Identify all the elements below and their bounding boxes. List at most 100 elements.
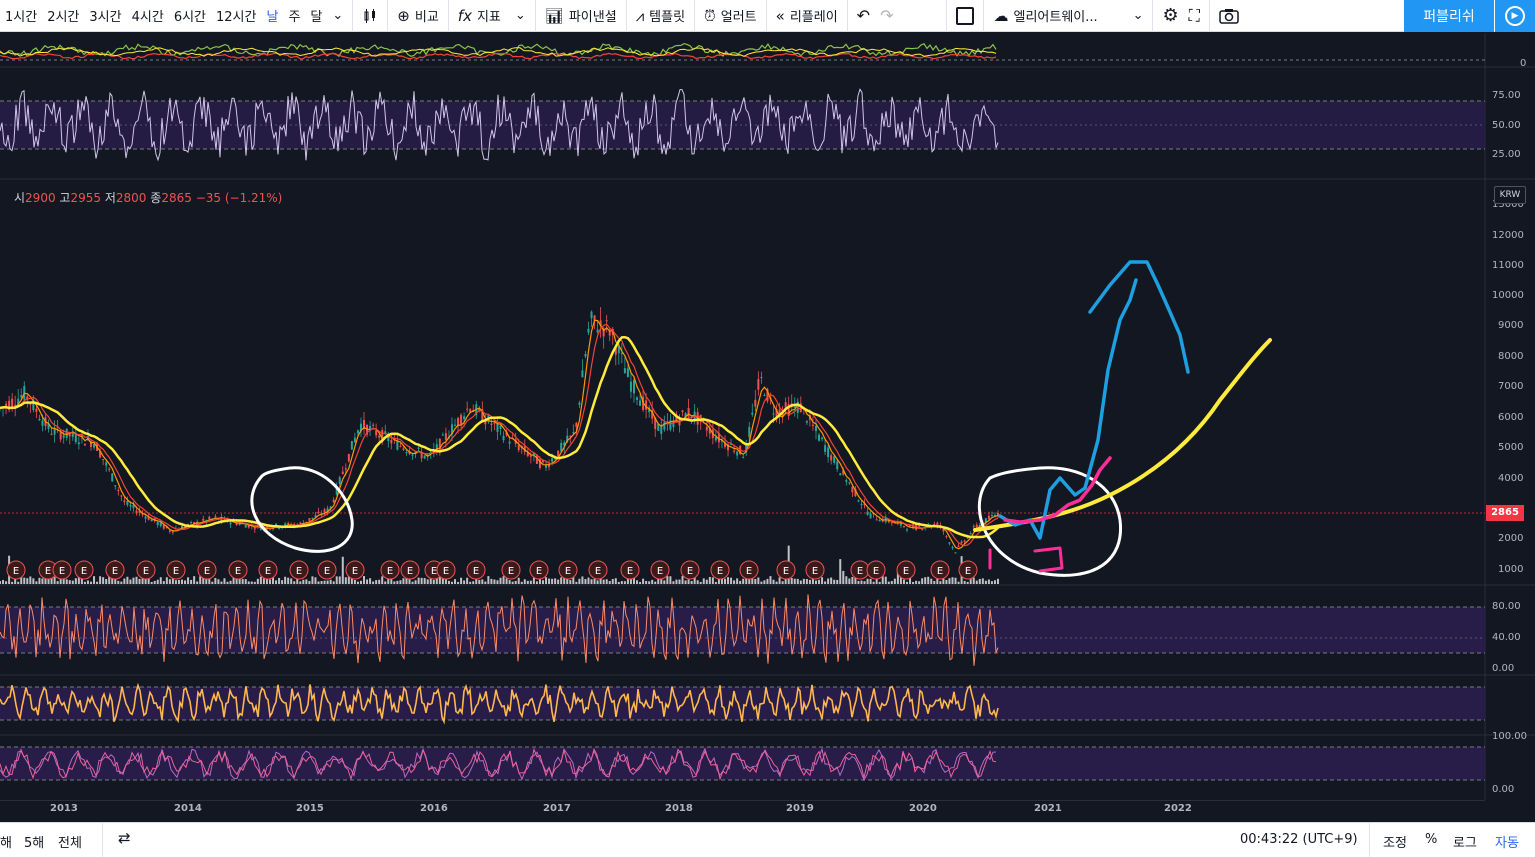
- volume-bar: [308, 581, 311, 584]
- candle-body: [50, 433, 53, 435]
- volume-bar: [921, 578, 924, 584]
- volume-bar: [396, 580, 399, 584]
- clock-timezone[interactable]: 00:43:22 (UTC+9): [1240, 832, 1358, 847]
- time-label: 2022: [1164, 803, 1192, 814]
- volume-bar: [590, 579, 593, 584]
- volume-bar: [268, 579, 271, 584]
- volume-bar: [551, 578, 554, 584]
- volume-bar: [423, 578, 426, 584]
- volume-bar: [59, 579, 62, 584]
- earnings-marker-label: E: [143, 566, 149, 577]
- volume-bar: [987, 579, 990, 584]
- volume-bar: [975, 580, 978, 584]
- candle-body: [438, 438, 441, 451]
- volume-bar: [2, 580, 5, 584]
- volume-bar: [714, 581, 717, 584]
- candle-body: [839, 473, 842, 476]
- volume-bar: [605, 579, 608, 584]
- candle-body: [529, 455, 532, 457]
- currency-badge[interactable]: KRW: [1494, 186, 1526, 204]
- volume-bar: [902, 579, 905, 584]
- volume-bar: [378, 579, 381, 584]
- volume-bar: [702, 578, 705, 584]
- candle-body: [681, 410, 684, 413]
- candle-body: [987, 515, 990, 520]
- volume-bar: [35, 581, 38, 584]
- candle-body: [584, 353, 587, 357]
- candle-body: [323, 509, 326, 513]
- volume-bar: [38, 577, 41, 584]
- candle-body: [517, 445, 520, 451]
- candle-body: [390, 439, 393, 444]
- earnings-marker-label: E: [112, 566, 118, 577]
- volume-bar: [120, 581, 123, 584]
- candle-body: [41, 420, 44, 426]
- adjust-button[interactable]: 조정: [1383, 832, 1407, 851]
- volume-bar: [220, 581, 223, 584]
- candle-body: [68, 434, 71, 437]
- volume-bar: [805, 579, 808, 584]
- range-all-button[interactable]: 전체: [58, 832, 82, 851]
- volume-bar: [68, 580, 71, 584]
- volume-bar: [417, 577, 420, 584]
- percent-button[interactable]: %: [1425, 832, 1437, 847]
- volume-bar: [187, 577, 190, 584]
- volume-bar: [83, 581, 86, 584]
- volume-bar: [857, 580, 860, 584]
- volume-bar: [353, 579, 356, 584]
- price-axis[interactable]: [1486, 33, 1535, 800]
- candle-body: [375, 430, 378, 436]
- goto-date-icon[interactable]: ⇄: [118, 829, 131, 847]
- volume-bar: [226, 581, 229, 584]
- volume-bar: [359, 580, 362, 584]
- candle-body: [441, 434, 444, 436]
- volume-bar: [966, 581, 969, 584]
- earnings-marker-label: E: [59, 566, 65, 577]
- volume-bar: [275, 580, 278, 584]
- volume-bar: [99, 576, 102, 584]
- volume-bar: [102, 577, 105, 584]
- range-year-button[interactable]: 해: [0, 832, 12, 851]
- open-value: 2900: [25, 191, 56, 205]
- candle-body: [587, 328, 590, 333]
- volume-bar: [772, 579, 775, 584]
- volume-bar: [463, 580, 466, 584]
- time-label: 2015: [296, 803, 324, 814]
- candle-body: [866, 511, 869, 515]
- volume-bar: [466, 577, 469, 584]
- volume-bar: [393, 581, 396, 584]
- earnings-marker-label: E: [387, 566, 393, 577]
- candle-body: [244, 524, 247, 528]
- volume-bar: [26, 578, 29, 584]
- chart-canvas[interactable]: EEEEEEEEEEEEEEEEEEEEEEEEEEEEEEEEEE: [0, 0, 1535, 800]
- volume-bar: [584, 579, 587, 584]
- earnings-marker-label: E: [352, 566, 358, 577]
- candle-body: [751, 412, 754, 415]
- candle-body: [957, 545, 960, 547]
- volume-bar: [196, 581, 199, 584]
- volume-bar: [733, 580, 736, 584]
- auto-button[interactable]: 자동: [1495, 832, 1519, 851]
- candle-body: [105, 462, 108, 466]
- candle-body: [126, 501, 129, 505]
- candle-body: [918, 525, 921, 527]
- candle-body: [278, 528, 281, 530]
- volume-bar: [642, 578, 645, 584]
- volume-bar: [963, 580, 966, 584]
- volume-bar: [262, 578, 265, 584]
- candle-body: [945, 536, 948, 538]
- log-button[interactable]: 로그: [1453, 832, 1477, 851]
- volume-bar: [860, 580, 863, 584]
- candle-body: [508, 441, 511, 444]
- candle-body: [411, 454, 414, 456]
- volume-bar: [11, 581, 14, 584]
- volume-bar: [47, 579, 50, 584]
- volume-bar: [457, 581, 460, 584]
- volume-bar: [581, 576, 584, 584]
- time-axis[interactable]: [0, 800, 1485, 822]
- volume-bar: [705, 579, 708, 584]
- range-5year-button[interactable]: 5해: [24, 832, 44, 851]
- volume-bar: [508, 580, 511, 584]
- bottom-bar: 해 5해 전체 ⇄ 00:43:22 (UTC+9) 조정 % 로그 자동: [0, 822, 1535, 857]
- volume-bar: [799, 580, 802, 584]
